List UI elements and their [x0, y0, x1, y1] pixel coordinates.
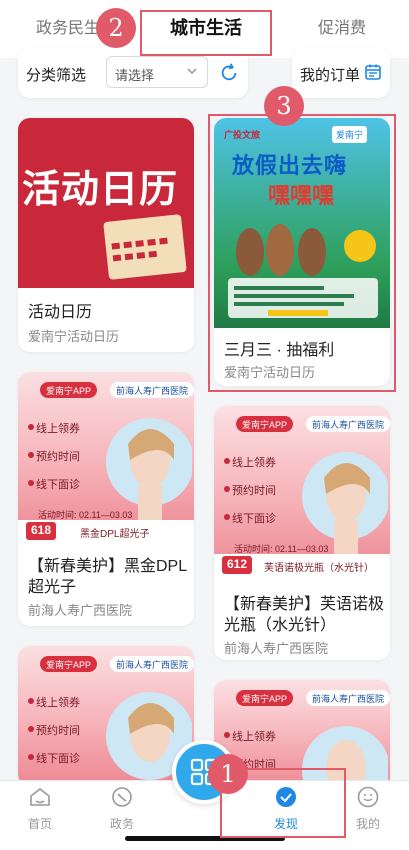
- home-icon: [30, 787, 50, 806]
- refresh-icon[interactable]: [218, 62, 240, 84]
- chevron-down-icon: [187, 68, 197, 75]
- gov-icon: [112, 787, 132, 807]
- card-title: 【新春美护】黑金DPL超光子: [28, 558, 188, 596]
- profile-icon: [357, 786, 379, 808]
- app-badge: 爱南宁APP: [40, 382, 98, 398]
- card-activity-calendar[interactable]: 活动日历 活动日历 爱南宁活动日历: [18, 118, 194, 352]
- card-health-dpl[interactable]: 爱南宁APP 前海人寿广西医院 线上领券 预约时间 线下面诊 活动时间: 02.…: [18, 372, 194, 626]
- hospital-badge: 前海人寿广西医院: [306, 416, 390, 432]
- price-value: 618: [26, 522, 57, 540]
- category-select[interactable]: 请选择: [106, 56, 208, 88]
- step-2: 预约时间: [232, 485, 276, 497]
- my-orders-label: 我的订单: [300, 67, 361, 84]
- nav-home-label: 首页: [27, 817, 52, 831]
- app-badge: 爱南宁APP: [236, 690, 294, 706]
- step-dot: [224, 458, 230, 464]
- step-1: 线上领券: [232, 731, 276, 743]
- step-dot: [224, 486, 230, 492]
- price-value: 612: [222, 556, 253, 574]
- step-1: 线上领券: [232, 457, 276, 469]
- card-subtitle: 前海人寿广西医院: [28, 603, 133, 618]
- select-placeholder: 请选择: [115, 68, 155, 83]
- health-banner: 爱南宁APP 前海人寿广西医院 线上领券 预约时间 线下面诊: [18, 646, 194, 786]
- step-3: 线下面诊: [36, 479, 80, 491]
- hospital-badge: 前海人寿广西医院: [306, 690, 390, 706]
- card-health-partial[interactable]: 爱南宁APP 前海人寿广西医院 线上领券 预约时间 线下面诊: [18, 646, 194, 786]
- hospital-badge: 前海人寿广西医院: [110, 656, 194, 672]
- calendar-illustration-icon: [103, 214, 187, 280]
- health-banner: 爱南宁APP 前海人寿广西医院 线上领券 预约时间 线下面诊 活动时间: 02.…: [18, 372, 194, 542]
- step-1: 线上领券: [36, 697, 80, 709]
- annotation-marker-1: 1: [208, 754, 248, 794]
- app-badge: 爱南宁APP: [236, 416, 294, 432]
- price-strip: 612 芙语诺极光瓶（水光针）: [214, 554, 390, 576]
- app-badge: 爱南宁APP: [40, 656, 98, 672]
- step-3: 线下面诊: [36, 753, 80, 765]
- step-dot: [28, 452, 34, 458]
- step-dot: [28, 480, 34, 486]
- annotation-marker-2: 2: [96, 8, 136, 48]
- step-3: 线下面诊: [232, 513, 276, 525]
- price-strip: 618 黑金DPL超光子: [18, 520, 194, 542]
- step-1: 线上领券: [36, 423, 80, 435]
- nav-profile-label: 我的: [355, 817, 380, 831]
- filter-label: 分类筛选: [26, 67, 87, 84]
- nav-gov-label: 政务: [109, 817, 134, 831]
- card-title: 活动日历: [28, 304, 93, 321]
- calendar-icon: [365, 64, 381, 80]
- banner-text: 活动日历: [22, 169, 179, 211]
- model-portrait: [106, 418, 192, 522]
- annotation-box-2: [140, 10, 272, 56]
- product-label: 芙语诺极光瓶（水光针）: [264, 563, 374, 574]
- step-2: 预约时间: [36, 725, 80, 737]
- hospital-badge: 前海人寿广西医院: [110, 382, 194, 398]
- step-2: 预约时间: [36, 451, 80, 463]
- tab-gov-livelihood[interactable]: 政务民生: [36, 14, 100, 38]
- step-dot: [28, 754, 34, 760]
- step-dot: [28, 698, 34, 704]
- step-dot: [28, 424, 34, 430]
- nav-profile[interactable]: 我的: [338, 781, 398, 841]
- health-banner: 爱南宁APP 前海人寿广西医院 线上领券 预约时间 线下面诊 活动时间: 02.…: [214, 406, 390, 576]
- calendar-banner: 活动日历: [18, 118, 194, 288]
- tab-consumption[interactable]: 促消费: [318, 14, 366, 38]
- nav-home[interactable]: 首页: [10, 781, 70, 841]
- annotation-box-3: [208, 114, 396, 392]
- card-health-shuiguang[interactable]: 爱南宁APP 前海人寿广西医院 线上领券 预约时间 线下面诊 活动时间: 02.…: [214, 406, 390, 660]
- my-orders-button[interactable]: 我的订单: [292, 48, 390, 98]
- model-portrait: [302, 452, 388, 556]
- step-dot: [224, 514, 230, 520]
- product-label: 黑金DPL超光子: [80, 529, 150, 540]
- card-title: 【新春美护】芙语诺极光瓶（水光针）: [224, 596, 385, 634]
- step-dot: [28, 726, 34, 732]
- step-dot: [224, 732, 230, 738]
- nav-gov[interactable]: 政务: [92, 781, 152, 841]
- card-subtitle: 前海人寿广西医院: [224, 641, 329, 656]
- card-subtitle: 爱南宁活动日历: [28, 329, 120, 344]
- annotation-marker-3: 3: [264, 86, 304, 126]
